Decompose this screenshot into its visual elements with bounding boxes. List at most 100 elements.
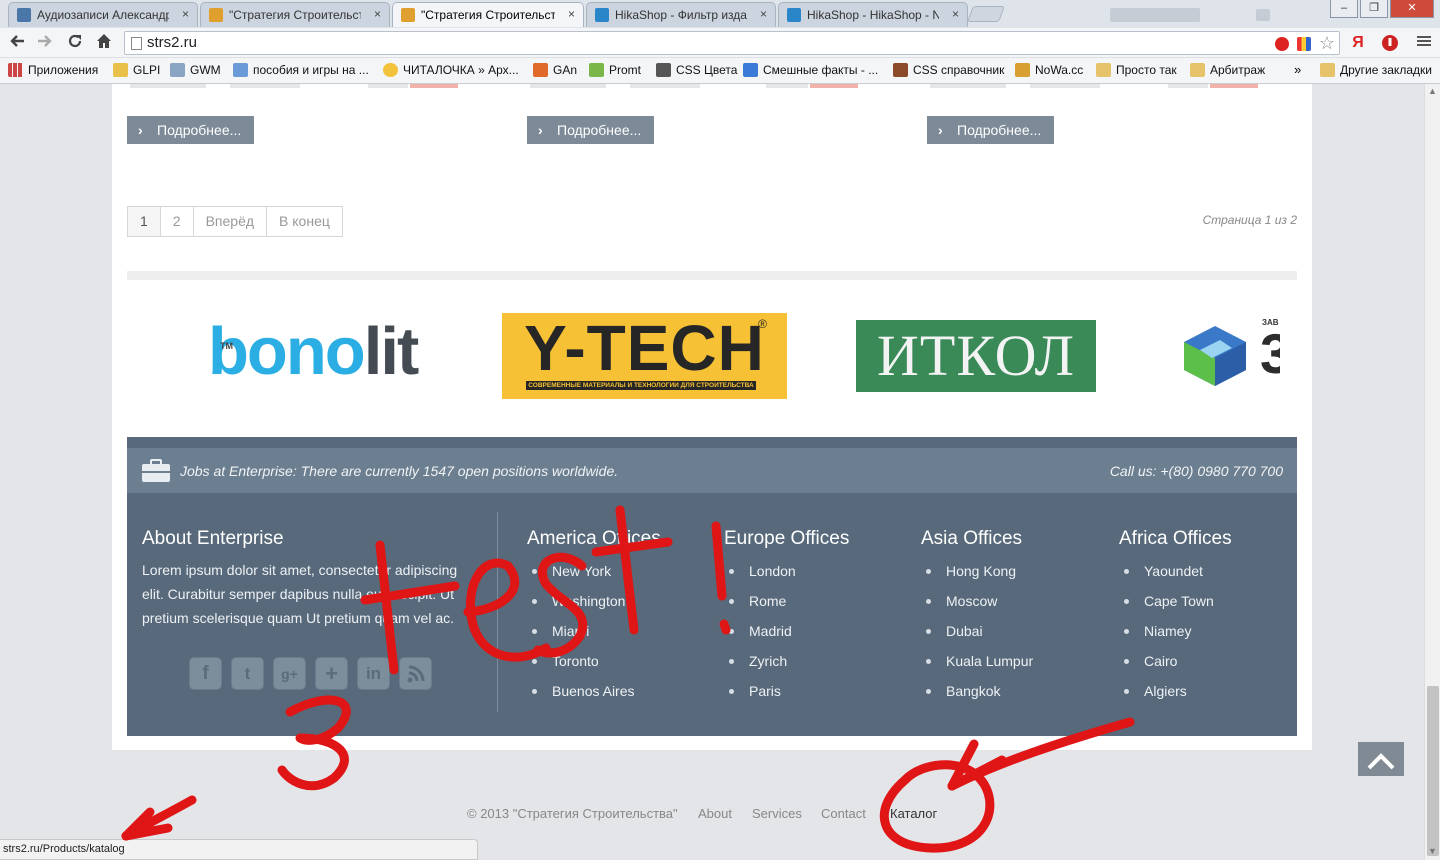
ytech-tagline: СОВРЕМЕННЫЕ МАТЕРИАЛЫ И ТЕХНОЛОГИИ ДЛЯ С… xyxy=(526,381,756,390)
trademark-sign: TM xyxy=(220,341,233,351)
office-link[interactable]: Moscow xyxy=(922,591,1033,621)
office-link[interactable]: Yaoundet xyxy=(1120,561,1214,591)
bookmark-folder-prosto[interactable]: Просто так xyxy=(1096,63,1177,77)
gan-icon xyxy=(533,63,548,77)
tab-close-icon[interactable]: × xyxy=(952,7,959,21)
yandex-icon[interactable]: Я xyxy=(1348,33,1368,53)
contact-link[interactable]: Contact xyxy=(821,806,866,821)
office-link[interactable]: Algiers xyxy=(1120,681,1214,711)
google-plus-icon[interactable]: g+ xyxy=(273,657,306,690)
zav-logo[interactable]: ЗАВ 3 xyxy=(1180,318,1280,388)
minimize-button[interactable]: – xyxy=(1330,0,1358,18)
bookmark-gwm[interactable]: GWM xyxy=(170,63,221,77)
browser-tab[interactable]: HikaShop - HikaShop - New × xyxy=(778,2,968,27)
browser-tab-active[interactable]: "Стратегия Строительства × xyxy=(392,2,584,27)
bookmark-label: Смешные факты - ... xyxy=(763,63,879,77)
next-page-link[interactable]: Вперёд xyxy=(193,207,268,236)
vertical-scrollbar[interactable]: ▲ ▼ xyxy=(1424,84,1440,860)
bookmark-label: Другие закладки xyxy=(1340,63,1432,77)
itkol-logo[interactable]: ИТКОЛ xyxy=(856,320,1096,392)
office-link[interactable]: Paris xyxy=(725,681,796,711)
linkedin-icon[interactable]: in xyxy=(357,657,390,690)
profile-icon xyxy=(1256,9,1270,21)
office-link[interactable]: London xyxy=(725,561,796,591)
office-link[interactable]: Toronto xyxy=(528,651,635,681)
bookmark-smeshnye[interactable]: Смешные факты - ... xyxy=(743,63,878,77)
bookmarks-overflow-button[interactable]: » xyxy=(1294,62,1301,77)
bookmark-promt[interactable]: Promt xyxy=(589,63,641,77)
tab-close-icon[interactable]: × xyxy=(760,7,767,21)
page-1-link[interactable]: 1 xyxy=(128,207,161,236)
rss-icon[interactable] xyxy=(399,657,432,690)
reload-icon[interactable] xyxy=(64,32,86,54)
more-details-button[interactable]: › Подробнее... xyxy=(527,116,654,144)
more-details-button[interactable]: › Подробнее... xyxy=(927,116,1054,144)
site-footer: Jobs at Enterprise: There are currently … xyxy=(127,437,1297,736)
office-link[interactable]: Buenos Aires xyxy=(528,681,635,711)
page-2-link[interactable]: 2 xyxy=(160,207,194,236)
product-card-edge xyxy=(1030,84,1100,88)
services-link[interactable]: Services xyxy=(752,806,802,821)
scrollbar-thumb[interactable] xyxy=(1427,686,1439,856)
last-page-link[interactable]: В конец xyxy=(267,207,342,236)
twitter-icon[interactable]: t xyxy=(231,657,264,690)
office-link[interactable]: Bangkok xyxy=(922,681,1033,711)
office-link[interactable]: Cape Town xyxy=(1120,591,1214,621)
office-link[interactable]: Kuala Lumpur xyxy=(922,651,1033,681)
adblock-icon[interactable] xyxy=(1275,37,1289,51)
stop-extension-icon[interactable] xyxy=(1380,33,1400,53)
bookmark-folder-arbitrazh[interactable]: Арбитраж xyxy=(1190,63,1265,77)
bookmark-nowa[interactable]: NoWa.cc xyxy=(1015,63,1083,77)
new-tab-button[interactable] xyxy=(967,6,1005,22)
office-link[interactable]: Miami xyxy=(528,621,635,651)
bookmark-posobiya[interactable]: пособия и игры на ... xyxy=(233,63,369,77)
bookmark-glpi[interactable]: GLPI xyxy=(113,63,160,77)
forward-arrow-icon[interactable] xyxy=(34,32,56,54)
office-link[interactable]: Zyrich xyxy=(725,651,796,681)
google-plus-icon[interactable]: + xyxy=(315,657,348,690)
office-link[interactable]: Madrid xyxy=(725,621,796,651)
browser-tab[interactable]: HikaShop - Фильтр изданий × xyxy=(586,2,776,27)
other-bookmarks-folder[interactable]: Другие закладки xyxy=(1320,63,1432,77)
catalog-link[interactable]: Каталог xyxy=(890,806,937,821)
tab-title: Аудиозаписи Александра xyxy=(37,8,169,22)
bonolit-logo[interactable]: TM bonolit xyxy=(208,318,419,388)
home-icon[interactable] xyxy=(93,32,115,54)
office-link[interactable]: New York xyxy=(528,561,635,591)
more-details-button[interactable]: › Подробнее... xyxy=(127,116,254,144)
tab-close-icon[interactable]: × xyxy=(374,7,381,21)
office-link[interactable]: Rome xyxy=(725,591,796,621)
back-arrow-icon[interactable] xyxy=(6,32,28,54)
bookmark-css-spravochnik[interactable]: CSS справочник xyxy=(893,63,1004,77)
about-link[interactable]: About xyxy=(698,806,732,821)
address-bar[interactable]: ☆ xyxy=(124,31,1340,55)
maximize-button[interactable]: ❐ xyxy=(1360,0,1388,18)
bookmark-star-icon[interactable]: ☆ xyxy=(1319,33,1335,54)
product-card-edge xyxy=(1168,84,1208,88)
chrome-menu-icon[interactable] xyxy=(1414,33,1434,53)
office-link[interactable]: Cairo xyxy=(1120,651,1214,681)
bookmark-apps[interactable]: Приложения xyxy=(8,63,98,77)
copyright-text: © 2013 "Стратегия Строительства" xyxy=(467,806,678,821)
office-link[interactable]: Washington xyxy=(528,591,635,621)
bookmark-chitalochka[interactable]: ЧИТАЛОЧКА » Арх... xyxy=(383,63,519,77)
jobs-text: Jobs at Enterprise: There are currently … xyxy=(180,463,619,479)
url-input[interactable] xyxy=(147,34,747,51)
bookmark-gan[interactable]: GAn xyxy=(533,63,577,77)
colorzilla-icon[interactable] xyxy=(1297,37,1311,51)
browser-tab[interactable]: "Стратегия Строительства × xyxy=(200,2,390,27)
tab-close-icon[interactable]: × xyxy=(568,7,575,21)
ytech-logo[interactable]: Y-TECH ® СОВРЕМЕННЫЕ МАТЕРИАЛЫ И ТЕХНОЛО… xyxy=(502,313,787,399)
office-link[interactable]: Dubai xyxy=(922,621,1033,651)
bookmark-label: Приложения xyxy=(28,63,99,77)
tab-close-icon[interactable]: × xyxy=(182,7,189,21)
scroll-down-arrow-icon[interactable]: ▼ xyxy=(1428,846,1437,856)
facebook-icon[interactable]: f xyxy=(189,657,222,690)
office-link[interactable]: Hong Kong xyxy=(922,561,1033,591)
scroll-up-arrow-icon[interactable]: ▲ xyxy=(1428,86,1437,96)
scroll-to-top-button[interactable] xyxy=(1358,742,1404,776)
office-link[interactable]: Niamey xyxy=(1120,621,1214,651)
browser-tab[interactable]: Аудиозаписи Александра × xyxy=(8,2,198,27)
bookmark-css-colors[interactable]: CSS Цвета xyxy=(656,63,737,77)
close-window-button[interactable]: ✕ xyxy=(1390,0,1434,18)
